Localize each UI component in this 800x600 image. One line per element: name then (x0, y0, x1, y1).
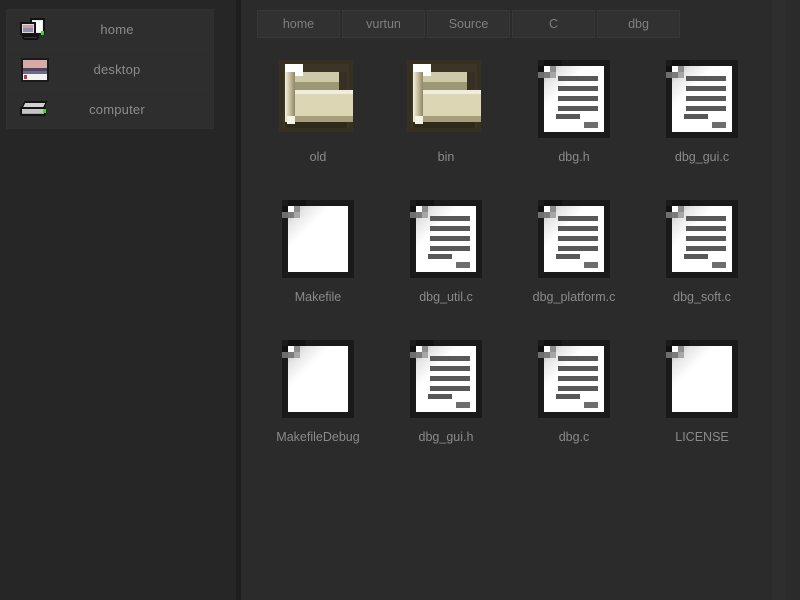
breadcrumb-item-label: Source (448, 17, 489, 31)
file-item[interactable]: bin (382, 48, 510, 188)
file-item-label: LICENSE (675, 430, 729, 444)
file-item[interactable]: MakefileDebug (254, 328, 382, 468)
file-item-label: dbg_gui.c (674, 150, 730, 164)
file-item-label: dbg.h (558, 150, 590, 164)
file-item[interactable]: dbg_platform.c (510, 188, 638, 328)
sidebar-item-home[interactable]: home (6, 9, 214, 49)
file-item[interactable]: dbg.c (510, 328, 638, 468)
sidebar-item-computer[interactable]: computer (6, 89, 214, 129)
file-item[interactable]: dbg_gui.c (638, 48, 766, 188)
file-item-label: dbg_gui.h (418, 430, 474, 444)
blank-file-icon (656, 332, 748, 424)
file-browser-content: home vurtun Source C dbg old bin dbg.h d… (241, 0, 800, 600)
text-file-icon (400, 332, 492, 424)
file-item-label: dbg_soft.c (673, 290, 731, 304)
desktop-wallpaper-icon (17, 57, 51, 83)
hard-drive-icon (17, 96, 51, 122)
sidebar-item-list: home desktop computer (6, 9, 214, 129)
file-item[interactable]: old (254, 48, 382, 188)
file-item[interactable]: dbg.h (510, 48, 638, 188)
breadcrumb-item-label: dbg (628, 17, 649, 31)
file-item[interactable]: dbg_soft.c (638, 188, 766, 328)
breadcrumb: home vurtun Source C dbg (257, 10, 680, 38)
file-item-label: dbg_platform.c (532, 290, 616, 304)
sidebar: home desktop computer (0, 0, 236, 600)
file-grid: old bin dbg.h dbg_gui.c Makefile dbg_uti… (254, 48, 786, 468)
breadcrumb-item-dbg[interactable]: dbg (597, 10, 680, 38)
sidebar-item-label: computer (89, 101, 145, 117)
text-file-icon (528, 192, 620, 284)
file-item-label: bin (437, 150, 455, 164)
text-file-icon (400, 192, 492, 284)
file-item[interactable]: Makefile (254, 188, 382, 328)
text-file-icon (656, 52, 748, 144)
sidebar-item-label: desktop (93, 62, 141, 77)
file-item[interactable]: dbg_gui.h (382, 328, 510, 468)
folder-icon (272, 52, 364, 144)
breadcrumb-item-source[interactable]: Source (427, 10, 510, 38)
breadcrumb-item-label: home (282, 17, 315, 31)
breadcrumb-item-c[interactable]: C (512, 10, 595, 38)
file-item-label: dbg.c (558, 430, 590, 444)
file-browser-window: home desktop computer home vurtun Source… (0, 0, 800, 600)
sidebar-item-label: home (100, 22, 134, 37)
text-file-icon (528, 52, 620, 144)
folder-icon (400, 52, 492, 144)
blank-file-icon (272, 332, 364, 424)
file-item-label: dbg_util.c (419, 290, 473, 304)
breadcrumb-item-vurtun[interactable]: vurtun (342, 10, 425, 38)
vertical-scrollbar[interactable] (772, 0, 785, 600)
file-item-label: old (309, 150, 327, 164)
blank-file-icon (272, 192, 364, 284)
file-item[interactable]: LICENSE (638, 328, 766, 468)
breadcrumb-item-label: C (548, 17, 559, 31)
file-item[interactable]: dbg_util.c (382, 188, 510, 328)
breadcrumb-item-home[interactable]: home (257, 10, 340, 38)
file-item-label: Makefile (294, 290, 342, 304)
right-gutter (785, 0, 800, 600)
file-item-label: MakefileDebug (276, 430, 360, 444)
text-file-icon (528, 332, 620, 424)
breadcrumb-item-label: vurtun (366, 17, 401, 31)
computer-monitor-icon (17, 17, 51, 43)
sidebar-item-desktop[interactable]: desktop (6, 49, 214, 89)
text-file-icon (656, 192, 748, 284)
